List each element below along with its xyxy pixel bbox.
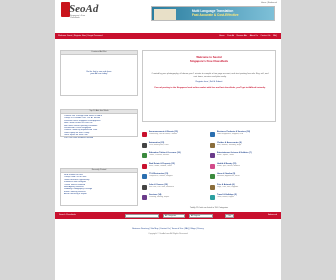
category-subcategories[interactable]: Dogs, Cats, Fish, Supplies <box>217 186 275 188</box>
nav-post-ad[interactable]: Post Ad <box>227 35 234 37</box>
category-item[interactable]: Announcements & Events (15) Community, Lo… <box>142 131 208 141</box>
category-icon <box>142 184 147 190</box>
nav-about-us[interactable]: About Us <box>250 35 258 37</box>
site-logo[interactable]: SeoAd Singapore's Free Classifieds <box>61 2 99 19</box>
category-icon <box>210 195 215 200</box>
advanced-search-link[interactable]: Advanced <box>268 214 277 216</box>
welcome-box: Welcome to SeoAd Singapore's Free Classi… <box>142 50 276 122</box>
category-item[interactable]: Jobs & Careers (19) Full Time, Part Time,… <box>142 184 208 194</box>
banner-image <box>154 9 176 20</box>
nav-home[interactable]: Home <box>219 35 224 37</box>
category-icon <box>210 184 215 190</box>
category-item[interactable]: Automotive (23) Cars, Motorcycles, Parts <box>142 142 208 152</box>
category-icon <box>210 153 215 158</box>
category-icon <box>142 195 147 200</box>
category-subcategories[interactable]: Computers, Phones, Gadgets <box>149 175 207 177</box>
category-icon <box>142 142 147 148</box>
welcome-highlight: Free ad posting to the Singapore local o… <box>154 87 266 89</box>
welcome-subtitle: Singapore's Free Classifieds <box>189 59 229 63</box>
recent-box: Recently Posted HDB Rooms for Rent Cheap … <box>60 168 138 206</box>
category-icon <box>210 174 215 179</box>
category-subcategories[interactable]: Furniture, Appliances, Decor <box>217 175 275 177</box>
category-subcategories[interactable]: Tours, Hotels, Flights <box>217 196 275 198</box>
welcome-text: Created by your photography, all dream y… <box>151 73 269 78</box>
category-item[interactable]: Real Estate & Property (12) HDB, Condo, L… <box>142 163 208 173</box>
nav-user-links[interactable]: Welcome Guest | Register Now | Forgot Pa… <box>58 35 103 37</box>
nav-browse-ads[interactable]: Browse Ads <box>237 35 248 37</box>
search-input[interactable] <box>125 213 159 218</box>
category-item[interactable]: Home & Garden (8) Furniture, Appliances, … <box>210 173 276 183</box>
page: SeoAd Singapore's Free Classifieds Home … <box>55 0 281 280</box>
category-subcategories[interactable]: Men, Women, Jewellery, Bags <box>217 144 275 146</box>
list-item[interactable]: Part Time Jobs Students Wanted <box>64 137 134 139</box>
footer-links[interactable]: Business Directory | Site Map | Contact … <box>55 228 281 230</box>
category-item[interactable]: Business Products & Services (18) Office … <box>210 131 276 141</box>
region-select[interactable]: All Regions <box>189 213 213 218</box>
category-icon <box>142 153 147 158</box>
featured-title: Featured Ad Slot <box>61 51 137 55</box>
category-subcategories[interactable]: Salon, Spa, Fitness, Medical <box>217 165 275 167</box>
category-subcategories[interactable]: HDB, Condo, Landed, Office <box>149 165 207 167</box>
banner-subtitle: Fast Accurate & Cost-Effective <box>192 13 239 17</box>
category-item[interactable]: Health & Beauty (11) Salon, Spa, Fitness,… <box>210 163 276 173</box>
category-item[interactable]: Clothes & Accessories (9) Men, Women, Jew… <box>210 142 276 152</box>
category-item[interactable]: Pets & Animals (6) Dogs, Cats, Fish, Supp… <box>210 184 276 194</box>
category-icon <box>210 163 215 169</box>
category-subcategories[interactable]: Full Time, Part Time, Freelance <box>149 186 207 188</box>
category-item[interactable]: IT & Electronics (21) Computers, Phones, … <box>142 173 208 183</box>
logo-text: SeoAd <box>69 3 99 15</box>
category-icon <box>142 174 147 179</box>
ad-banner[interactable]: Multi Language Translation Fast Accurate… <box>151 6 275 21</box>
search-bar: Search Classifieds: All Categories All R… <box>55 212 281 219</box>
nav-faq[interactable]: FAQ <box>273 35 277 37</box>
search-button[interactable]: Go <box>225 213 234 218</box>
category-icon <box>142 163 147 169</box>
category-select[interactable]: All Categories <box>163 213 185 218</box>
category-item[interactable]: Education Tuition & Lessons (16) Tutors, … <box>142 152 208 162</box>
recent-list: HDB Rooms for Rent Cheap Used Car for Sal… <box>61 173 137 197</box>
category-subcategories[interactable]: Office Equipment, Supplies, B2B <box>217 133 275 135</box>
main-nav: Welcome Guest | Register Now | Forgot Pa… <box>55 33 281 39</box>
category-grid: Announcements & Events (15) Community, Lo… <box>142 131 276 207</box>
category-item[interactable]: Travel & Holidays (5) Tours, Hotels, Flig… <box>210 194 276 204</box>
top-ads-box: Top 10 Ads this Week Custom Tour Package… <box>60 109 138 140</box>
category-subcategories[interactable]: Tutors, Courses, Schools <box>149 154 207 156</box>
category-subcategories[interactable]: Cleaning, Moving, Repair <box>149 196 207 198</box>
category-icon <box>210 132 215 137</box>
featured-line: your Ad here today! <box>90 73 108 76</box>
logo-tagline: Singapore's Free Classifieds <box>70 15 86 19</box>
category-subcategories[interactable]: Music, Sports, Travel <box>217 154 275 156</box>
featured-box: Featured Ad Slot Be the first to see and… <box>60 50 138 96</box>
ad-stats: Totally 214 ads are listed in 150 Catego… <box>189 207 229 209</box>
nav-menu: Home Post Ad Browse Ads About Us Contact… <box>217 35 277 37</box>
list-item[interactable]: Aircon Servicing & Repair <box>64 193 134 195</box>
category-subcategories[interactable]: Cars, Motorcycles, Parts <box>149 144 207 146</box>
category-icon <box>142 132 147 137</box>
welcome-links[interactable]: Register here | Sell & Submit <box>143 81 275 83</box>
category-item[interactable]: Entertainment Leisure & Hobbies (7) Music… <box>210 152 276 162</box>
nav-contact-us[interactable]: Contact Us <box>261 35 271 37</box>
category-subcategories[interactable]: Community, Lost & Found, Classes <box>149 133 207 135</box>
category-item[interactable]: Services (14) Cleaning, Moving, Repair <box>142 194 208 204</box>
featured-body[interactable]: Be the first to see and share your Ad he… <box>61 70 137 77</box>
top-links[interactable]: Home | Bookmark <box>261 2 277 4</box>
category-icon <box>210 142 215 148</box>
header: SeoAd Singapore's Free Classifieds Home … <box>55 0 281 22</box>
footer-copyright: Copyright © SeoAd.com All Rights Reserve… <box>148 233 188 235</box>
search-label: Search Classifieds: <box>59 214 77 216</box>
top-ads-list: Custom Tour Package Wild Safari IN SALE C… <box>61 114 137 140</box>
